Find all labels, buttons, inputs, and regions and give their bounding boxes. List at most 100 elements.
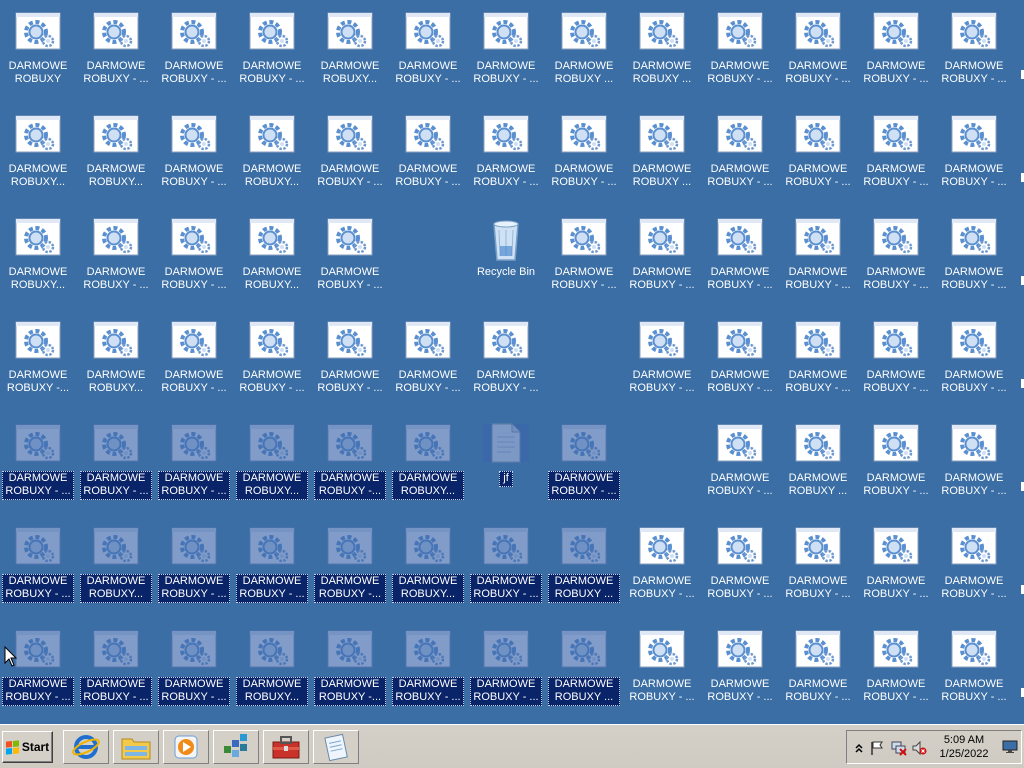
desktop-shortcut[interactable]: DARMOWE ROBUXY ... bbox=[781, 414, 855, 514]
desktop-shortcut[interactable]: DARMOWE ROBUXY - ... bbox=[625, 517, 699, 617]
quicklaunch-windows-explorer[interactable] bbox=[113, 730, 159, 764]
desktop-shortcut[interactable]: DARMOWE ROBUXY - ... bbox=[937, 311, 1011, 411]
desktop-shortcut[interactable]: DARMOWE ROBUXY - ... bbox=[313, 311, 387, 411]
desktop-shortcut[interactable]: DARMOWE ROBUXY - ... bbox=[1, 517, 75, 617]
desktop-shortcut[interactable]: DARMOWE ROBUXY -... bbox=[313, 414, 387, 514]
tray-action-center[interactable] bbox=[869, 740, 885, 756]
desktop-shortcut[interactable]: DARMOWE ROBUXY - ... bbox=[79, 2, 153, 102]
desktop-shortcut[interactable]: DARMOWE ROBUXY - ... bbox=[859, 105, 933, 205]
quicklaunch-network-config[interactable] bbox=[213, 730, 259, 764]
desktop-shortcut[interactable]: DARMOWE ROBUXY - ... bbox=[625, 311, 699, 411]
desktop-shortcut[interactable]: DARMOWE ROBUXY ... bbox=[625, 105, 699, 205]
desktop-shortcut[interactable]: DARMOWE ROBUXY - ... bbox=[157, 105, 231, 205]
desktop-shortcut[interactable]: DARMOWE ROBUXY - ... bbox=[79, 208, 153, 308]
desktop-shortcut[interactable]: DARMOWE ROBUXY... bbox=[391, 414, 465, 514]
desktop-shortcut[interactable]: DARMOWE ROBUXY - ... bbox=[469, 105, 543, 205]
desktop-shortcut[interactable]: DARMOWE ROBUXY - ... bbox=[157, 2, 231, 102]
desktop-shortcut[interactable]: DARMOWE ROBUXY - ... bbox=[937, 620, 1011, 720]
desktop-shortcut[interactable]: DARMOWE ROBUXY... bbox=[235, 620, 309, 720]
desktop-shortcut[interactable]: DARMOWE ROBUXY - ... bbox=[859, 2, 933, 102]
desktop-shortcut[interactable]: DARMOWE ROBUXY - ... bbox=[781, 620, 855, 720]
desktop-shortcut[interactable]: DARMOWE ROBUXY... bbox=[1, 105, 75, 205]
quicklaunch-toolbox[interactable] bbox=[263, 730, 309, 764]
desktop-shortcut[interactable]: DARMOWE ROBUXY - ... bbox=[547, 414, 621, 514]
desktop-shortcut[interactable]: DARMOWE ROBUXY - ... bbox=[703, 311, 777, 411]
desktop-shortcut[interactable]: DARMOWE ROBUXY ... bbox=[625, 2, 699, 102]
desktop-shortcut[interactable]: DARMOWE ROBUXY - ... bbox=[235, 311, 309, 411]
desktop-shortcut[interactable]: DARMOWE ROBUXY - ... bbox=[859, 620, 933, 720]
desktop-shortcut[interactable]: DARMOWE ROBUXY - ... bbox=[937, 414, 1011, 514]
desktop-shortcut[interactable]: DARMOWE ROBUXY - ... bbox=[781, 105, 855, 205]
desktop-shortcut[interactable]: DARMOWE ROBUXY - ... bbox=[391, 105, 465, 205]
desktop-shortcut[interactable]: DARMOWE ROBUXY - ... bbox=[859, 208, 933, 308]
desktop-shortcut[interactable]: DARMOWE ROBUXY ... bbox=[547, 517, 621, 617]
desktop-shortcut[interactable]: DARMOWE ROBUXY - ... bbox=[547, 105, 621, 205]
show-hidden-icons-button[interactable] bbox=[851, 740, 867, 756]
desktop-shortcut[interactable]: DARMOWE ROBUXY - ... bbox=[469, 311, 543, 411]
desktop-shortcut[interactable]: DARMOWE ROBUXY ... bbox=[547, 620, 621, 720]
desktop-shortcut[interactable]: DARMOWE ROBUXY - ... bbox=[469, 620, 543, 720]
tray-volume[interactable] bbox=[911, 740, 927, 756]
quicklaunch-internet-explorer[interactable] bbox=[63, 730, 109, 764]
desktop-shortcut[interactable]: DARMOWE ROBUXY - ... bbox=[937, 208, 1011, 308]
desktop-shortcut[interactable]: DARMOWE ROBUXY - ... bbox=[547, 208, 621, 308]
file-jf[interactable]: jf bbox=[469, 414, 543, 514]
quicklaunch-notepad[interactable] bbox=[313, 730, 359, 764]
desktop-shortcut[interactable]: DARMOWE ROBUXY - ... bbox=[703, 208, 777, 308]
desktop-shortcut[interactable]: DARMOWE ROBUXY - ... bbox=[703, 517, 777, 617]
desktop-shortcut[interactable]: DARMOWE ROBUXY... bbox=[1, 208, 75, 308]
desktop-shortcut[interactable]: DARMOWE ROBUXY - ... bbox=[313, 105, 387, 205]
desktop-shortcut[interactable]: DARMOWE ROBUXY - ... bbox=[313, 208, 387, 308]
desktop-shortcut[interactable]: DARMOWE ROBUXY - ... bbox=[469, 2, 543, 102]
start-button[interactable]: Start bbox=[2, 731, 53, 763]
desktop-shortcut[interactable]: DARMOWE ROBUXY - ... bbox=[469, 517, 543, 617]
desktop-shortcut[interactable]: DARMOWE ROBUXY - ... bbox=[391, 620, 465, 720]
desktop-shortcut[interactable]: DARMOWE ROBUXY - ... bbox=[625, 620, 699, 720]
desktop-shortcut[interactable]: DARMOWE ROBUXY -... bbox=[1, 311, 75, 411]
desktop-shortcut[interactable]: DARMOWE ROBUXY - ... bbox=[859, 517, 933, 617]
desktop-shortcut[interactable]: DARMOWE ROBUXY - ... bbox=[157, 414, 231, 514]
desktop-shortcut[interactable]: DARMOWE ROBUXY bbox=[1, 2, 75, 102]
desktop-shortcut[interactable]: DARMOWE ROBUXY -... bbox=[313, 517, 387, 617]
desktop-shortcut[interactable]: DARMOWE ROBUXY... bbox=[79, 517, 153, 617]
desktop-shortcut[interactable]: DARMOWE ROBUXY... bbox=[235, 414, 309, 514]
desktop-shortcut[interactable]: DARMOWE ROBUXY... bbox=[79, 311, 153, 411]
desktop-shortcut[interactable]: DARMOWE ROBUXY... bbox=[313, 2, 387, 102]
desktop-shortcut[interactable]: DARMOWE ROBUXY - ... bbox=[703, 2, 777, 102]
desktop-shortcut[interactable]: DARMOWE ROBUXY - ... bbox=[79, 414, 153, 514]
desktop-shortcut[interactable]: DARMOWE ROBUXY - ... bbox=[1, 414, 75, 514]
desktop-shortcut[interactable]: DARMOWE ROBUXY - ... bbox=[781, 208, 855, 308]
show-desktop-button[interactable] bbox=[1002, 739, 1018, 755]
desktop-shortcut[interactable]: DARMOWE ROBUXY - ... bbox=[391, 311, 465, 411]
desktop-shortcut[interactable]: DARMOWE ROBUXY - ... bbox=[235, 517, 309, 617]
tray-network[interactable] bbox=[891, 740, 907, 756]
clock[interactable]: 5:09 AM 1/25/2022 bbox=[933, 733, 995, 761]
desktop-shortcut[interactable]: DARMOWE ROBUXY - ... bbox=[157, 620, 231, 720]
desktop-shortcut[interactable]: DARMOWE ROBUXY -... bbox=[313, 620, 387, 720]
desktop-shortcut[interactable]: DARMOWE ROBUXY - ... bbox=[1, 620, 75, 720]
desktop-shortcut[interactable]: DARMOWE ROBUXY... bbox=[235, 105, 309, 205]
desktop-shortcut[interactable]: DARMOWE ROBUXY... bbox=[391, 517, 465, 617]
quicklaunch-media-player[interactable] bbox=[163, 730, 209, 764]
desktop-shortcut[interactable]: DARMOWE ROBUXY - ... bbox=[781, 2, 855, 102]
desktop[interactable]: DARMOWE ROBUXY DARMOWE ROBUXY - ... DARM… bbox=[0, 0, 1024, 724]
desktop-shortcut[interactable]: DARMOWE ROBUXY - ... bbox=[781, 517, 855, 617]
desktop-shortcut[interactable]: DARMOWE ROBUXY - ... bbox=[703, 105, 777, 205]
desktop-shortcut[interactable]: DARMOWE ROBUXY - ... bbox=[703, 620, 777, 720]
desktop-shortcut[interactable]: DARMOWE ROBUXY - ... bbox=[781, 311, 855, 411]
recycle-bin[interactable]: Recycle Bin bbox=[469, 208, 543, 308]
desktop-shortcut[interactable]: DARMOWE ROBUXY - ... bbox=[937, 517, 1011, 617]
desktop-shortcut[interactable]: DARMOWE ROBUXY - ... bbox=[703, 414, 777, 514]
desktop-shortcut[interactable]: DARMOWE ROBUXY ... bbox=[547, 2, 621, 102]
desktop-shortcut[interactable]: DARMOWE ROBUXY... bbox=[235, 208, 309, 308]
desktop-shortcut[interactable]: DARMOWE ROBUXY - ... bbox=[859, 414, 933, 514]
desktop-shortcut[interactable]: DARMOWE ROBUXY - ... bbox=[79, 620, 153, 720]
desktop-shortcut[interactable]: DARMOWE ROBUXY - ... bbox=[625, 208, 699, 308]
desktop-shortcut[interactable]: DARMOWE ROBUXY - ... bbox=[937, 105, 1011, 205]
desktop-shortcut[interactable]: DARMOWE ROBUXY - ... bbox=[157, 517, 231, 617]
desktop-shortcut[interactable]: DARMOWE ROBUXY - ... bbox=[391, 2, 465, 102]
desktop-shortcut[interactable]: DARMOWE ROBUXY - ... bbox=[937, 2, 1011, 102]
desktop-shortcut[interactable]: DARMOWE ROBUXY - ... bbox=[235, 2, 309, 102]
desktop-shortcut[interactable]: DARMOWE ROBUXY - ... bbox=[157, 208, 231, 308]
desktop-shortcut[interactable]: DARMOWE ROBUXY - ... bbox=[859, 311, 933, 411]
